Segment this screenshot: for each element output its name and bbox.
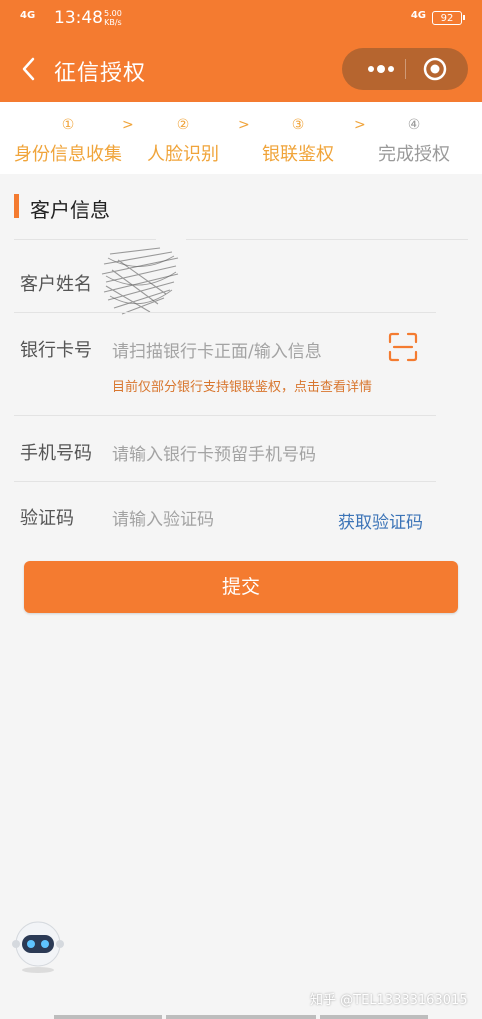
scan-card-button[interactable]	[388, 332, 418, 362]
network-speed: 5.00 KB/s	[104, 9, 122, 27]
progress-steps: ① 身份信息收集 > ② 人脸识别 > ③ 银联鉴权 > ④ 完成授权	[0, 102, 482, 174]
divider	[14, 481, 436, 482]
mini-program-capsule	[342, 48, 468, 90]
step-number: ①	[61, 117, 75, 133]
target-circle-icon	[423, 57, 447, 81]
step-label: 银联鉴权	[262, 144, 334, 165]
top-bar: 4G 13:48 5.00 KB/s 4G 92 征信授权	[0, 0, 482, 102]
assistant-robot-button[interactable]	[8, 916, 68, 976]
more-dots-icon	[368, 65, 394, 73]
page-title: 征信授权	[54, 61, 147, 86]
unionpay-hint-link[interactable]: 目前仅部分银行支持银联鉴权，点击查看详情	[112, 376, 372, 395]
step-arrow: >	[122, 117, 134, 133]
verification-code-input[interactable]: 请输入验证码	[112, 505, 214, 530]
step-arrow: >	[354, 117, 366, 133]
signal-indicator-left: 4G	[20, 10, 36, 21]
robot-icon	[12, 921, 64, 973]
more-button[interactable]	[356, 48, 406, 90]
divider	[14, 415, 436, 416]
verification-code-label: 验证码	[20, 508, 74, 529]
network-speed-unit: KB/s	[104, 18, 122, 27]
signal-indicator-right: 4G	[410, 10, 426, 21]
watermark-text: 知乎 @TEL13333163015	[310, 993, 468, 1008]
step-arrow: >	[238, 117, 250, 133]
nav-bar-segment	[320, 1015, 428, 1019]
close-mini-program-button[interactable]	[422, 56, 448, 82]
section-title: 客户信息	[30, 198, 110, 222]
divider	[14, 312, 436, 313]
step-complete: ④ 完成授权	[376, 116, 452, 166]
back-button[interactable]	[16, 54, 42, 84]
status-bar: 4G 13:48 5.00 KB/s 4G 92	[0, 0, 482, 36]
redacted-name-scribble	[101, 247, 179, 315]
step-label: 人脸识别	[147, 144, 219, 165]
divider	[186, 239, 468, 240]
customer-name-label: 客户姓名	[20, 274, 92, 295]
divider	[14, 239, 156, 240]
nav-bar-segment	[166, 1015, 316, 1019]
get-code-button[interactable]: 获取验证码	[338, 508, 423, 533]
capsule-divider	[405, 59, 406, 79]
scan-icon	[388, 332, 418, 362]
step-label: 完成授权	[378, 144, 450, 165]
step-face: ② 人脸识别	[145, 116, 221, 166]
bank-card-input[interactable]: 请扫描银行卡正面/输入信息	[112, 337, 322, 362]
battery-indicator: 92	[432, 11, 465, 25]
phone-input[interactable]: 请输入银行卡预留手机号码	[112, 440, 316, 465]
chevron-left-icon	[22, 57, 35, 81]
step-number: ③	[291, 117, 305, 133]
nav-bar-segment	[54, 1015, 162, 1019]
step-label: 身份信息收集	[14, 144, 122, 165]
step-identity: ① 身份信息收集	[10, 116, 126, 166]
status-time: 13:48	[54, 8, 103, 28]
network-speed-value: 5.00	[104, 9, 122, 18]
step-number: ②	[176, 117, 190, 133]
phone-label: 手机号码	[20, 443, 92, 464]
step-unionpay: ③ 银联鉴权	[260, 116, 336, 166]
bank-card-label: 银行卡号	[20, 340, 92, 361]
step-number: ④	[407, 117, 421, 133]
section-accent-bar	[14, 194, 19, 218]
submit-button[interactable]: 提交	[24, 561, 458, 613]
